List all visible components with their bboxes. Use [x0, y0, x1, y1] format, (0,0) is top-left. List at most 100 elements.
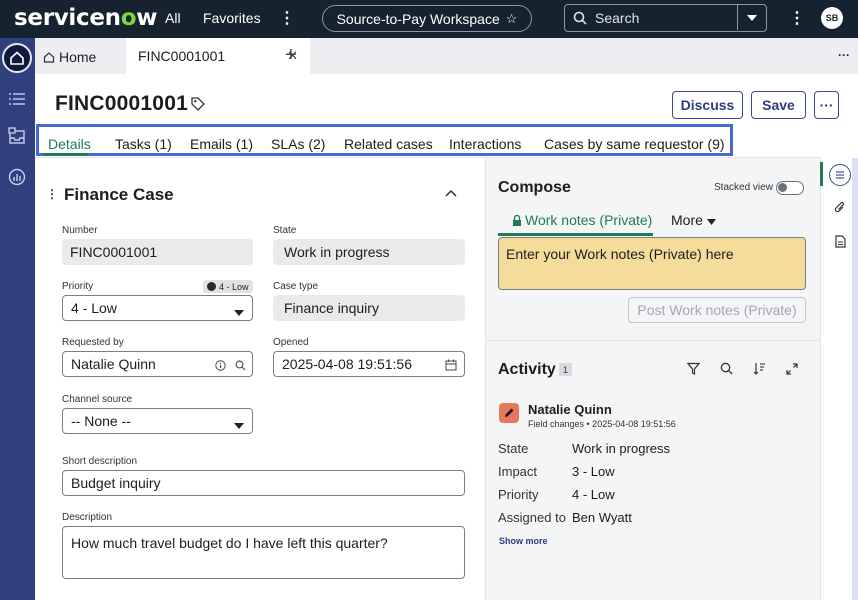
tag-icon[interactable]: [191, 97, 205, 116]
pencil-icon: [499, 403, 519, 423]
stacked-view-label: Stacked view: [714, 182, 773, 193]
all-menu-link[interactable]: All: [165, 10, 181, 26]
number-field: FINC0001001: [62, 239, 253, 265]
section-menu-icon[interactable]: ⋮: [46, 187, 58, 201]
lookup-search-icon[interactable]: [235, 358, 246, 374]
collapse-chevron-icon[interactable]: [445, 184, 457, 202]
more-menu-icon[interactable]: ⋮: [279, 8, 295, 28]
record-tab[interactable]: FINC0001001 ✕: [126, 38, 310, 74]
calendar-icon[interactable]: [445, 358, 457, 374]
state-label: State: [273, 225, 297, 236]
channel-source-label: Channel source: [62, 394, 133, 405]
servicenow-logo[interactable]: servicenow: [14, 5, 157, 31]
opened-field[interactable]: 2025-04-08 19:51:56: [273, 351, 465, 377]
tab-interactions[interactable]: Interactions: [449, 136, 521, 152]
activity-author: Natalie Quinn: [528, 402, 612, 417]
post-work-notes-button[interactable]: Post Work notes (Private): [628, 297, 806, 323]
tab-related-cases[interactable]: Related cases: [344, 136, 433, 152]
info-icon[interactable]: [215, 358, 226, 374]
discuss-button[interactable]: Discuss: [672, 91, 743, 119]
work-notes-tab[interactable]: Work notes (Private): [512, 212, 652, 228]
lock-icon: [513, 214, 521, 226]
work-notes-tab-label: Work notes (Private): [525, 212, 653, 228]
channel-source-value: -- None --: [71, 413, 131, 429]
sort-icon[interactable]: [753, 362, 766, 380]
compose-tab-indicator: [498, 233, 653, 236]
case-type-field: Finance inquiry: [273, 295, 465, 321]
inbox-icon[interactable]: [6, 125, 28, 147]
right-edge-strip: [852, 158, 858, 600]
kebab-menu-icon[interactable]: ⋮: [789, 8, 805, 28]
record-more-button[interactable]: ···: [814, 91, 839, 119]
activity-field-name: Priority: [498, 487, 539, 502]
left-navigation-rail: [0, 38, 35, 600]
home-icon[interactable]: [2, 43, 32, 73]
requested-by-value: Natalie Quinn: [71, 356, 156, 372]
star-icon[interactable]: ☆: [506, 11, 518, 27]
tab-overflow-icon[interactable]: ···: [838, 48, 850, 62]
home-tab[interactable]: Home: [43, 49, 96, 65]
case-type-label: Case type: [273, 281, 319, 292]
right-rail-active-indicator: [820, 162, 823, 186]
activity-field-name: State: [498, 441, 529, 456]
tab-details[interactable]: Details: [48, 136, 91, 152]
priority-select[interactable]: 4 - Low: [62, 295, 253, 321]
home-tab-label: Home: [59, 49, 97, 65]
activity-field-name: Impact: [498, 464, 538, 479]
favorites-menu-link[interactable]: Favorites: [203, 10, 261, 26]
details-list-icon[interactable]: [829, 164, 851, 186]
priority-badge-text: 4 - Low: [219, 281, 249, 292]
attachment-icon[interactable]: [829, 197, 851, 219]
active-tab-indicator: [43, 153, 88, 156]
new-tab-icon[interactable]: +: [285, 44, 297, 67]
tab-cases-by-requestor[interactable]: Cases by same requestor (9): [544, 136, 725, 152]
tab-emails[interactable]: Emails (1): [190, 136, 253, 152]
activity-field-value: Ben Wyatt: [572, 510, 632, 525]
priority-label: Priority: [62, 281, 94, 292]
search-scope-dropdown[interactable]: [737, 5, 766, 30]
activity-search-icon[interactable]: [720, 362, 733, 380]
activity-field-value: 4 - Low: [572, 487, 615, 502]
top-navigation-bar: servicenow All Favorites ⋮ Source-to-Pay…: [0, 0, 858, 38]
chevron-down-icon: [234, 303, 244, 319]
activity-count-badge: 1: [559, 363, 572, 376]
search-input[interactable]: Search: [595, 10, 639, 26]
toggle-knob: [778, 183, 787, 192]
opened-value: 2025-04-08 19:51:56: [282, 356, 412, 372]
show-more-link[interactable]: Show more: [499, 536, 548, 546]
global-search[interactable]: Search: [564, 4, 767, 32]
description-label: Description: [62, 512, 113, 523]
expand-icon[interactable]: [786, 362, 798, 380]
more-tab-label: More: [671, 212, 703, 228]
priority-select-value: 4 - Low: [71, 300, 117, 316]
caret-down-icon: [706, 219, 716, 225]
activity-field-value: 3 - Low: [572, 464, 615, 479]
record-title: FINC0001001: [55, 92, 188, 115]
user-avatar[interactable]: SB: [821, 7, 843, 29]
analytics-icon[interactable]: [6, 166, 28, 188]
activity-field-value: Work in progress: [572, 441, 671, 456]
document-icon[interactable]: [829, 230, 851, 252]
description-textarea[interactable]: How much travel budget do I have left th…: [62, 526, 465, 579]
save-button[interactable]: Save: [751, 91, 806, 119]
list-icon[interactable]: [6, 88, 28, 110]
tab-slas[interactable]: SLAs (2): [271, 136, 325, 152]
activity-field-name: Assigned to: [498, 510, 566, 525]
activity-subline: Field changes • 2025-04-08 19:51:56: [528, 419, 676, 429]
record-subtabs: Details Tasks (1) Emails (1) SLAs (2) Re…: [36, 124, 733, 156]
tab-tasks[interactable]: Tasks (1): [115, 136, 172, 152]
compose-more-tab[interactable]: More: [671, 212, 716, 228]
short-description-field[interactable]: Budget inquiry: [62, 470, 465, 496]
requested-by-field[interactable]: Natalie Quinn: [62, 351, 253, 377]
search-icon: [565, 11, 595, 25]
requested-by-label: Requested by: [62, 337, 124, 348]
home-tab-icon: [43, 52, 55, 63]
stacked-view-toggle[interactable]: [776, 181, 804, 195]
work-notes-input[interactable]: Enter your Work notes (Private) here: [498, 237, 806, 290]
compose-title: Compose: [498, 179, 571, 196]
priority-badge: 4 - Low: [203, 280, 253, 293]
channel-source-select[interactable]: -- None --: [62, 408, 253, 434]
workspace-selector[interactable]: Source-to-Pay Workspace ☆: [322, 5, 532, 32]
filter-icon[interactable]: [686, 362, 701, 380]
opened-label: Opened: [273, 337, 309, 348]
